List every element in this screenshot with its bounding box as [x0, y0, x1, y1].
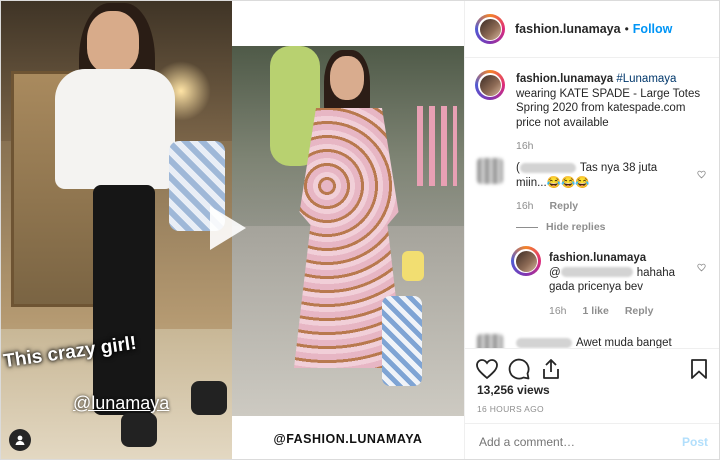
caption-avatar[interactable]	[475, 70, 505, 100]
view-count[interactable]: 13,256 views	[477, 383, 550, 397]
add-comment-input[interactable]	[477, 434, 682, 450]
hide-replies-link: Hide replies	[516, 221, 606, 233]
reply-age: 16h	[549, 304, 567, 317]
person-shoe	[121, 413, 157, 447]
action-icons	[475, 357, 710, 383]
reply-button[interactable]: Reply	[550, 200, 579, 212]
heart-icon[interactable]	[697, 170, 706, 179]
heart-icon[interactable]	[475, 357, 499, 381]
left-photo: This crazy girl! @lunamaya	[1, 1, 232, 459]
blurred-username	[519, 162, 576, 173]
person-legs	[93, 185, 155, 415]
comment-text: Awet muda banget	[516, 336, 706, 348]
model-tote-bag	[382, 296, 422, 386]
bookmark-icon[interactable]	[687, 357, 711, 381]
post-sidebar: fashion.lunamaya • Follow fashion.lunama…	[464, 1, 719, 459]
follow-button[interactable]: Follow	[633, 22, 673, 36]
reply-button[interactable]: Reply	[625, 305, 654, 317]
caption-hashtag[interactable]: #Lunamaya	[616, 73, 676, 85]
reply-text: fashion.lunamaya @ hahaha gada pricenya b…	[549, 251, 689, 295]
user-silhouette-icon	[15, 435, 25, 445]
comment-age: 16h	[516, 200, 534, 212]
header-separator: •	[624, 22, 629, 36]
heart-icon[interactable]	[697, 263, 706, 272]
caption-age: 16h	[516, 140, 534, 152]
user-tag-icon[interactable]	[9, 429, 31, 451]
mention-text[interactable]: @lunamaya	[73, 393, 169, 413]
yellow-accessory	[402, 251, 424, 281]
reply-meta: 16h 1 like Reply	[549, 305, 689, 317]
model-head	[330, 56, 364, 100]
comments-list[interactable]: fashion.lunamaya #Lunamaya wearing KATE …	[465, 58, 719, 348]
reply-likes[interactable]: 1 like	[583, 305, 609, 317]
reply-line	[516, 226, 538, 228]
header-username[interactable]: fashion.lunamaya	[515, 22, 621, 36]
background-chairs	[417, 106, 457, 186]
runway-image[interactable]	[232, 46, 464, 416]
reply-prefix: @	[549, 266, 561, 279]
post-timestamp: 16 HOURS AGO	[477, 404, 544, 414]
play-icon[interactable]	[210, 206, 246, 250]
person-shirt	[55, 69, 175, 189]
comment-icon[interactable]	[507, 357, 531, 381]
blurred-username	[516, 337, 572, 348]
comment-body: Awet muda banget	[576, 337, 672, 348]
middle-photo: @FASHION.LUNAMAYA	[210, 1, 464, 459]
blurred-username	[560, 267, 633, 278]
hide-replies-row: Hide replies	[516, 221, 686, 233]
story-mention[interactable]: @lunamaya	[73, 393, 169, 414]
watermark-text: @FASHION.LUNAMAYA	[273, 432, 423, 446]
comment-text: (Tas nya 38 juta miin...😂😂😂	[516, 161, 686, 190]
post-actions: 13,256 views 16 HOURS AGO Post	[465, 348, 719, 459]
post-button[interactable]: Post	[682, 435, 708, 449]
caption-meta: 16h	[516, 140, 711, 152]
post-caption: fashion.lunamaya #Lunamaya wearing KATE …	[516, 72, 711, 130]
hide-replies-button[interactable]: Hide replies	[546, 221, 606, 233]
share-icon[interactable]	[539, 357, 563, 381]
caption-text: wearing KATE SPADE - Large Totes Spring …	[516, 87, 701, 129]
avatar[interactable]	[475, 14, 505, 44]
instagram-post-window: This crazy girl! @lunamaya @FASHION.LUNA…	[0, 0, 720, 460]
add-comment-bar: Post	[465, 423, 719, 459]
person-head	[87, 11, 139, 73]
comment-meta: 16h Reply	[516, 200, 686, 212]
person-shoe	[191, 381, 227, 415]
reply-avatar[interactable]	[511, 246, 541, 276]
post-header: fashion.lunamaya • Follow	[465, 1, 719, 58]
reply-username[interactable]: fashion.lunamaya	[549, 252, 646, 264]
avatar[interactable]	[477, 158, 503, 184]
caption-username[interactable]: fashion.lunamaya	[516, 73, 613, 85]
avatar[interactable]	[477, 334, 503, 348]
